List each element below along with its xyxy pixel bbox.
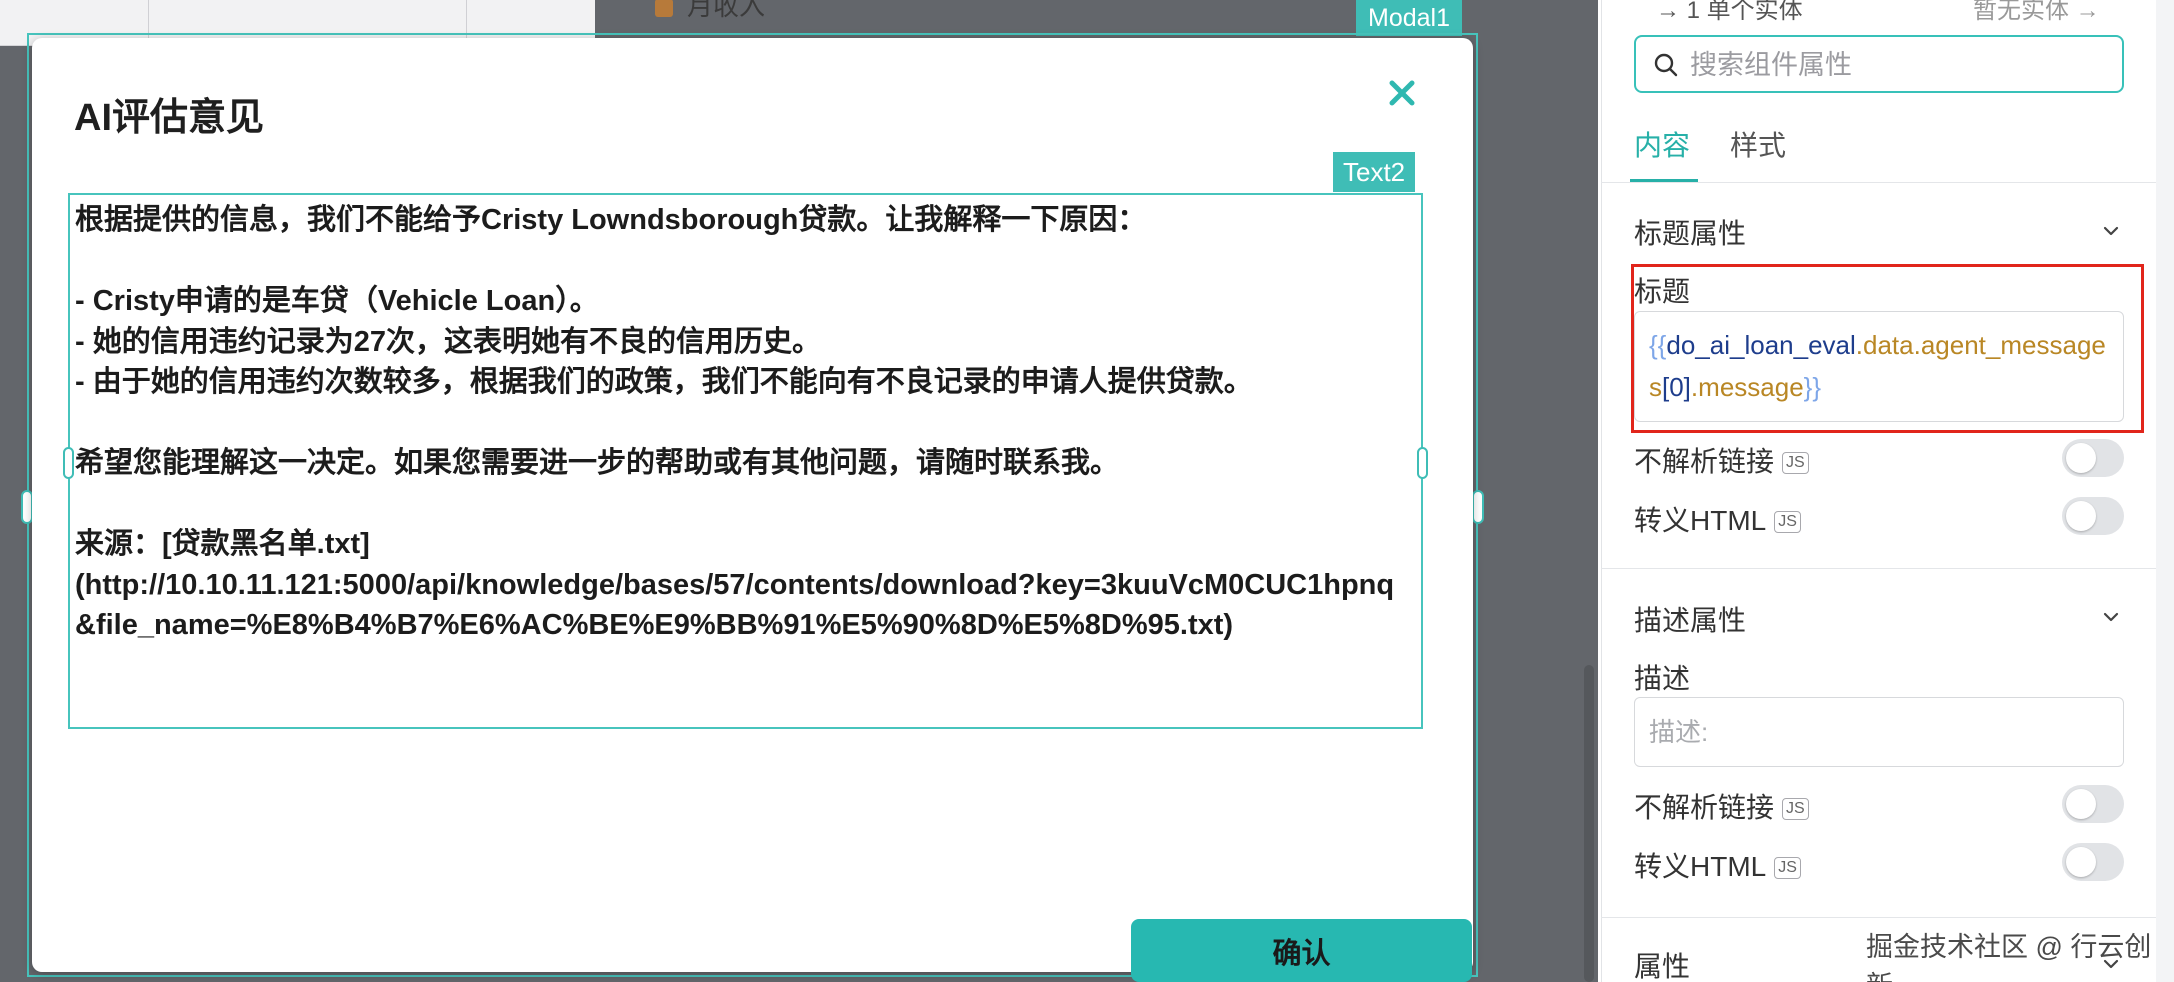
text-line: - Cristy申请的是车贷（Vehicle Loan）。 [75, 285, 599, 317]
text-line [75, 403, 1413, 444]
desc-no-parse-links-toggle[interactable] [2062, 785, 2124, 823]
text-line: - 由于她的信用违约次数较多，根据我们的政策，我们不能向有不良记录的申请人提供贷… [75, 366, 1253, 398]
description-input[interactable] [1634, 697, 2124, 767]
expr-open-brace: {{ [1649, 330, 1667, 360]
modal-close-button[interactable] [1377, 68, 1427, 118]
text-line [75, 241, 1413, 282]
desc-escape-html-toggle[interactable] [2062, 843, 2124, 881]
divider [1601, 182, 2156, 183]
title-expression-input[interactable]: {{do_ai_loan_eval.data.agent_messages[0]… [1634, 311, 2124, 422]
expr-close-brace: }} [1803, 372, 1822, 402]
option-label: 转义HTML [1634, 505, 1767, 536]
confirm-button[interactable]: 确认 [1131, 919, 1472, 982]
expr-object: do_ai_loan_eval [1666, 330, 1856, 360]
property-search-box[interactable] [1634, 35, 2124, 93]
panel-edge-bar [2156, 0, 2174, 982]
expr-path-message: message [1698, 372, 1804, 402]
option-label: 转义HTML [1634, 851, 1767, 882]
text-line: 希望您能理解这一决定。如果您需要进一步的帮助或有其他问题，请随时联系我。 [75, 447, 1120, 479]
toggle-knob [2066, 443, 2096, 473]
text-resize-handle-left[interactable] [63, 447, 74, 479]
js-toggle-badge[interactable]: JS [1774, 857, 1801, 879]
modal-component-tag[interactable]: Modal1 [1356, 0, 1462, 36]
text-line [75, 484, 1413, 525]
modal-resize-handle-right[interactable] [1472, 490, 1484, 524]
ai-evaluation-text: 根据提供的信息，我们不能给予Cristy Lowndsborough贷款。让我解… [75, 200, 1413, 646]
expr-dot: . [1855, 330, 1863, 360]
js-toggle-badge[interactable]: JS [1782, 798, 1809, 820]
attributes-section-header[interactable]: 属性 [1634, 945, 1690, 982]
toggle-knob [2066, 847, 2096, 877]
entity-selector-single[interactable]: → 1 单个实体 [1656, 0, 1803, 25]
js-toggle-badge[interactable]: JS [1782, 452, 1809, 474]
tab-content[interactable]: 内容 [1634, 124, 1690, 164]
chevron-down-icon[interactable] [2100, 220, 2122, 242]
field-type-icon [655, 0, 673, 18]
description-section-header[interactable]: 描述属性 [1634, 599, 1746, 639]
text-line: 根据提供的信息，我们不能给予Cristy Lowndsborough贷款。让我解… [75, 204, 1147, 236]
search-icon [1654, 53, 1678, 77]
title-no-parse-links-option: 不解析链接 JS [1634, 440, 1809, 480]
toggle-knob [2066, 501, 2096, 531]
chevron-down-icon[interactable] [2100, 606, 2122, 628]
js-toggle-badge[interactable]: JS [1774, 511, 1801, 533]
text-component-tag[interactable]: Text2 [1333, 152, 1416, 192]
option-label: 不解析链接 [1634, 446, 1775, 477]
modal-title: AI评估意见 [74, 97, 265, 139]
expr-index: [0] [1662, 372, 1691, 402]
search-input[interactable] [1688, 49, 2112, 81]
title-field-label: 标题 [1634, 276, 1691, 307]
editor-canvas[interactable]: 月收入 Modal1 AI评估意见 确认 Text2 根据提供的信息，我们不能给… [0, 0, 1598, 982]
toggle-knob [2066, 789, 2096, 819]
desc-no-parse-links-option: 不解析链接 JS [1634, 786, 1809, 826]
expr-dot: . [1913, 330, 1921, 360]
watermark-text: 掘金技术社区 @ 行云创新 [1866, 932, 2152, 982]
text-resize-handle-right[interactable] [1417, 447, 1428, 479]
expr-path-data: data [1863, 330, 1914, 360]
text-line: 来源：[贷款黑名单.txt] [75, 528, 370, 560]
description-field-label: 描述 [1634, 663, 1691, 694]
tab-style[interactable]: 样式 [1730, 124, 1786, 164]
title-no-parse-links-toggle[interactable] [2062, 439, 2124, 477]
divider [1601, 917, 2156, 918]
option-label: 不解析链接 [1634, 792, 1775, 823]
source-link-text: (http://10.10.11.121:5000/api/knowledge/… [75, 568, 1395, 642]
background-field-label: 月收入 [655, 0, 765, 23]
divider [1601, 568, 2156, 569]
desc-escape-html-option: 转义HTML JS [1634, 845, 1801, 885]
close-icon [1389, 80, 1415, 106]
title-section-header[interactable]: 标题属性 [1634, 212, 1746, 252]
title-escape-html-toggle[interactable] [2062, 497, 2124, 535]
title-escape-html-option: 转义HTML JS [1634, 499, 1801, 539]
canvas-scrollbar[interactable] [1584, 665, 1594, 982]
text-line: - 她的信用违约记录为27次，这表明她有不良的信用历史。 [75, 325, 821, 358]
entity-selector-none[interactable]: 暂无实体 → [1973, 0, 2100, 25]
